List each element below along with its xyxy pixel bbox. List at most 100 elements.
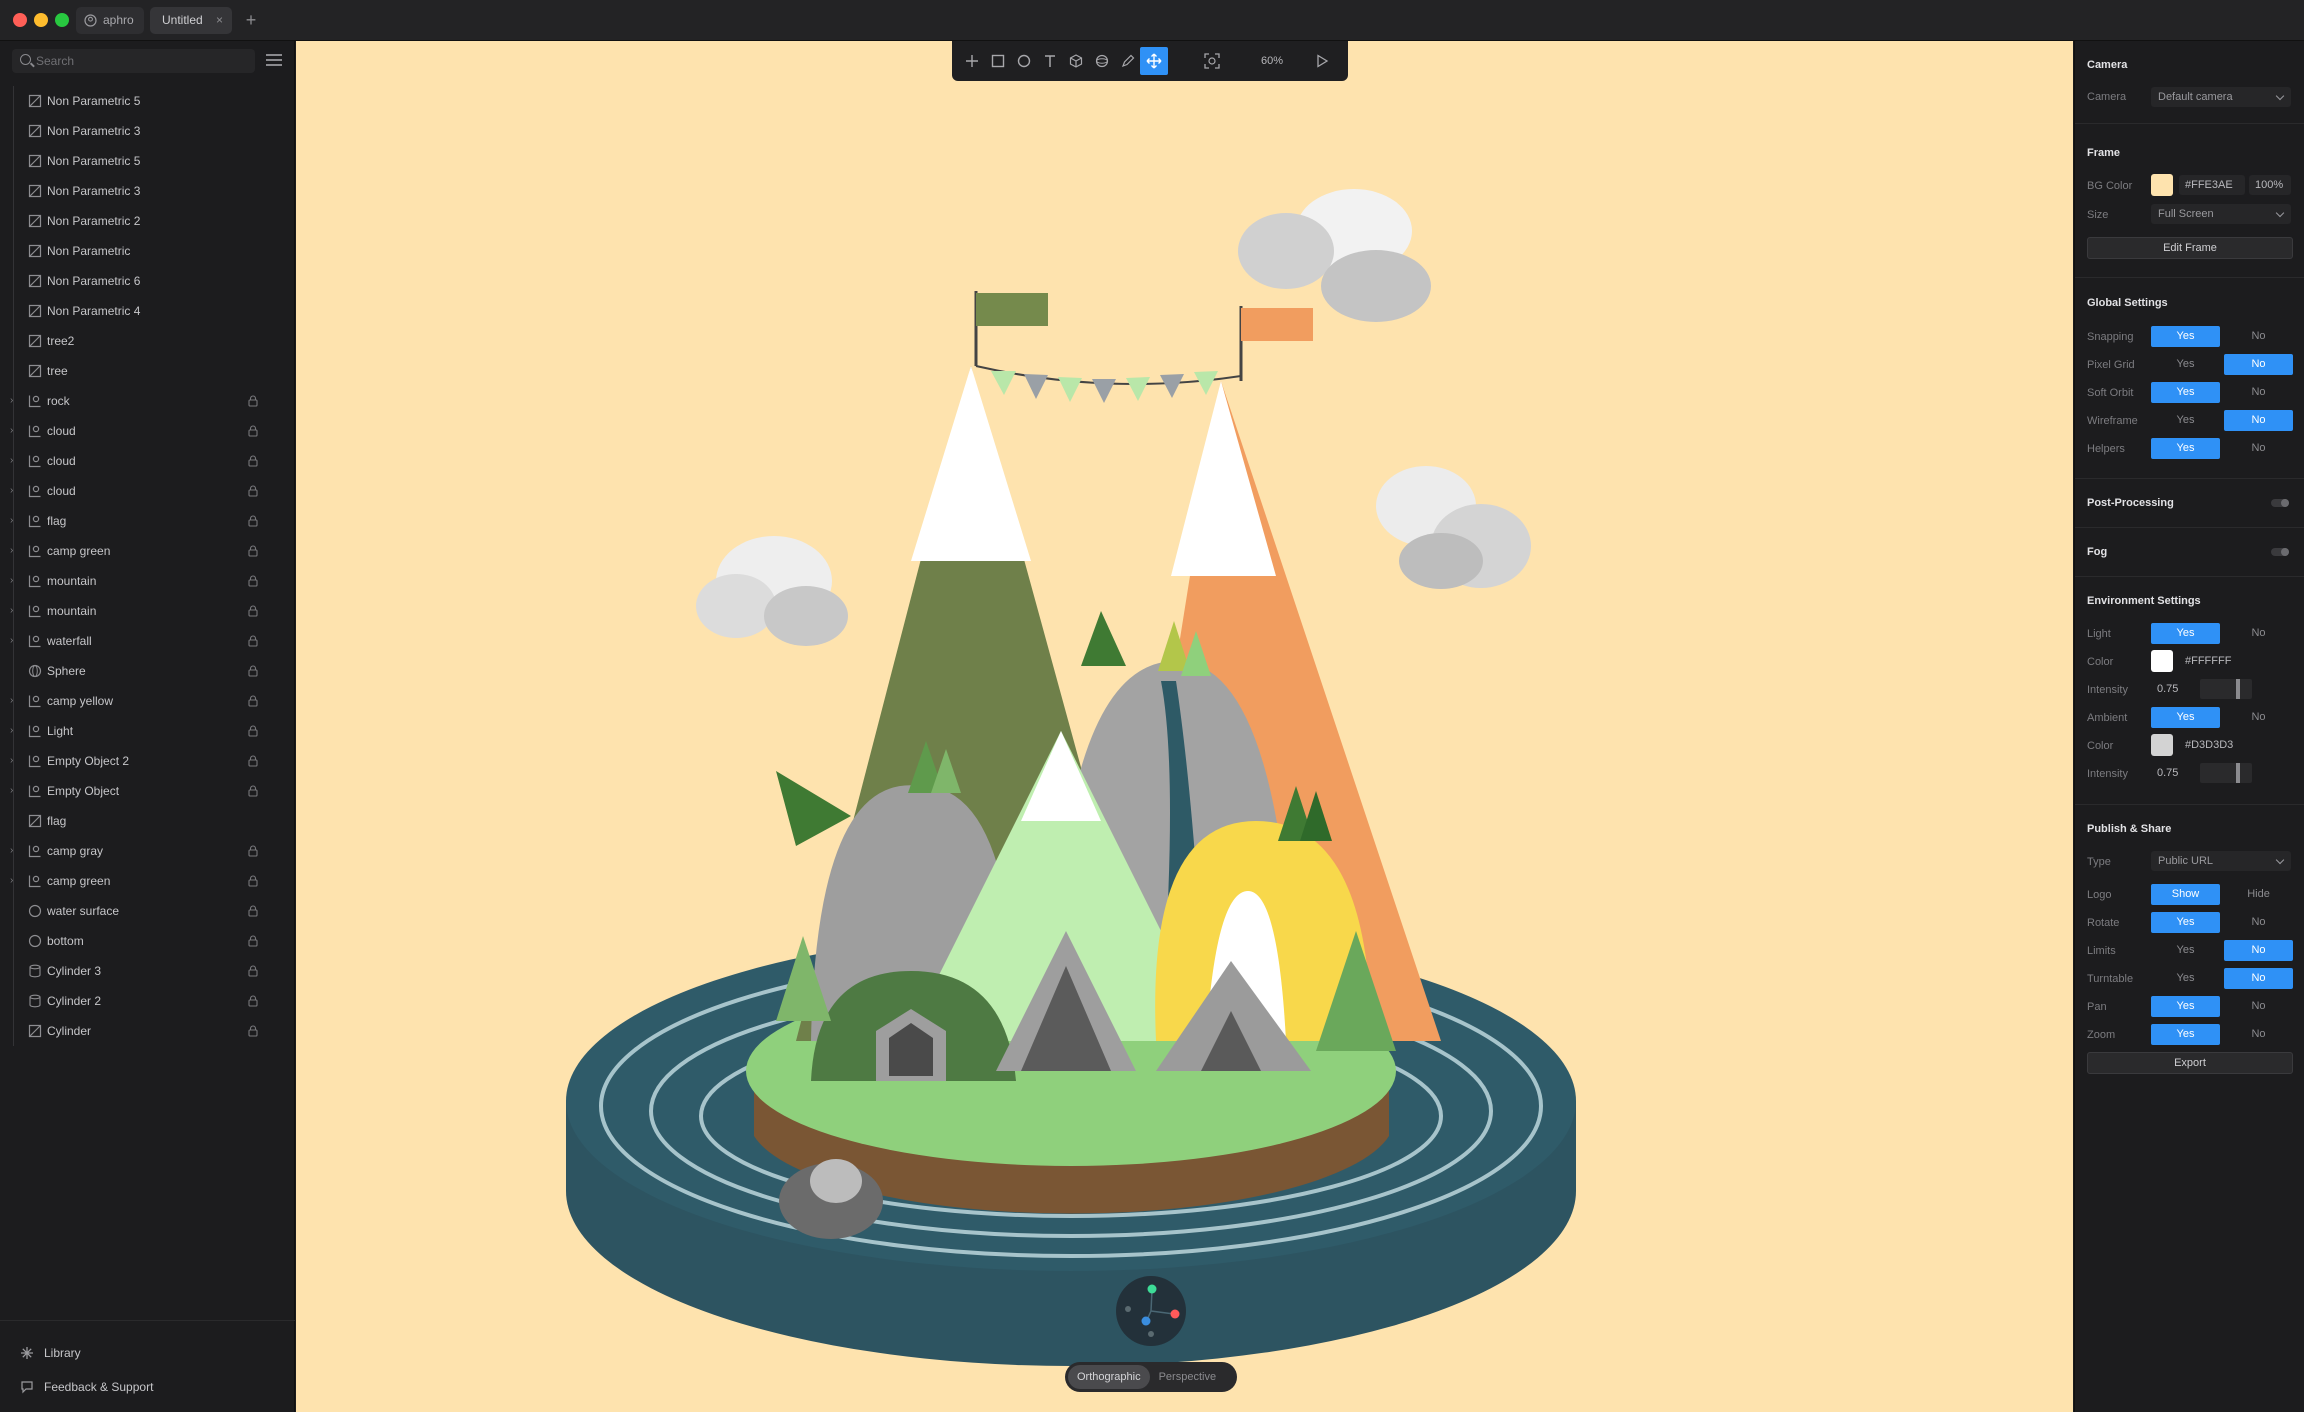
layer-row[interactable]: › camp green [0,536,295,566]
ambient-no[interactable]: No [2224,707,2293,728]
fog-toggle[interactable] [2271,548,2289,556]
chevron-right-icon[interactable]: › [10,456,18,466]
lock-icon[interactable] [248,965,258,977]
maximize-window-button[interactable] [55,13,69,27]
projection-orthographic[interactable]: Orthographic [1068,1365,1150,1389]
tab-home[interactable]: aphro [76,7,144,34]
bg-color-hex[interactable]: #FFE3AE [2179,175,2245,195]
logo-yes[interactable]: Show [2151,884,2220,905]
tab-document[interactable]: Untitled × [150,7,232,34]
layer-row[interactable]: › camp green [0,866,295,896]
wireframe-no[interactable]: No [2224,410,2293,431]
ambient-intensity-slider[interactable] [2200,763,2252,783]
chevron-right-icon[interactable]: › [10,786,18,796]
light-intensity-slider[interactable] [2200,679,2252,699]
logo-no[interactable]: Hide [2224,884,2293,905]
layer-row[interactable]: › camp yellow [0,686,295,716]
chevron-right-icon[interactable]: › [10,846,18,856]
layer-row[interactable]: › mountain [0,566,295,596]
chevron-right-icon[interactable]: › [10,876,18,886]
ellipse-tool-icon[interactable] [1010,47,1038,75]
layer-row[interactable]: tree2 [0,326,295,356]
layer-row[interactable]: Cylinder [0,1016,295,1046]
rectangle-tool-icon[interactable] [984,47,1012,75]
chevron-right-icon[interactable]: › [10,546,18,556]
lock-icon[interactable] [248,605,258,617]
ambient-intensity-value[interactable]: 0.75 [2151,763,2181,783]
limits-yes[interactable]: Yes [2151,940,2220,961]
helpers-no[interactable]: No [2224,438,2293,459]
layer-row[interactable]: › cloud [0,416,295,446]
chevron-right-icon[interactable]: › [10,756,18,766]
bg-color-swatch[interactable] [2151,174,2173,196]
lock-icon[interactable] [248,725,258,737]
layer-row[interactable]: tree [0,356,295,386]
layer-row[interactable]: › Light [0,716,295,746]
snapping-no[interactable]: No [2224,326,2293,347]
light-color-swatch[interactable] [2151,650,2173,672]
wireframe-yes[interactable]: Yes [2151,410,2220,431]
light-no[interactable]: No [2224,623,2293,644]
move-icon[interactable] [1140,47,1168,75]
layer-row[interactable]: bottom [0,926,295,956]
layer-row[interactable]: › waterfall [0,626,295,656]
lock-icon[interactable] [248,545,258,557]
lock-icon[interactable] [248,785,258,797]
layer-row[interactable]: water surface [0,896,295,926]
chevron-right-icon[interactable]: › [10,576,18,586]
layer-row[interactable]: › mountain [0,596,295,626]
layer-row[interactable]: flag [0,806,295,836]
chevron-right-icon[interactable]: › [10,426,18,436]
pan-yes[interactable]: Yes [2151,996,2220,1017]
minimize-window-button[interactable] [34,13,48,27]
turntable-no[interactable]: No [2224,968,2293,989]
close-window-button[interactable] [13,13,27,27]
layer-row[interactable]: Non Parametric 2 [0,206,295,236]
light-yes[interactable]: Yes [2151,623,2220,644]
turntable-yes[interactable]: Yes [2151,968,2220,989]
layer-row[interactable]: › cloud [0,446,295,476]
lock-icon[interactable] [248,515,258,527]
new-tab-button[interactable]: + [239,9,263,33]
type-select[interactable]: Public URL [2151,851,2291,871]
text-tool-icon[interactable] [1036,47,1064,75]
lock-icon[interactable] [248,905,258,917]
cube-tool-icon[interactable] [1062,47,1090,75]
lock-icon[interactable] [248,485,258,497]
size-select[interactable]: Full Screen [2151,204,2291,224]
add-icon[interactable] [958,47,986,75]
ambient-color-hex[interactable]: #D3D3D3 [2179,735,2245,755]
light-intensity-value[interactable]: 0.75 [2151,679,2181,699]
layer-row[interactable]: Non Parametric 3 [0,176,295,206]
soft-orbit-no[interactable]: No [2224,382,2293,403]
pan-no[interactable]: No [2224,996,2293,1017]
chevron-right-icon[interactable]: › [10,606,18,616]
viewport-canvas[interactable]: 60% Orthographic Perspective [296,41,2073,1412]
helpers-yes[interactable]: Yes [2151,438,2220,459]
layer-row[interactable]: Sphere [0,656,295,686]
snapping-yes[interactable]: Yes [2151,326,2220,347]
sphere-tool-icon[interactable] [1088,47,1116,75]
layer-row[interactable]: Non Parametric 3 [0,116,295,146]
layer-row[interactable]: Non Parametric 6 [0,266,295,296]
zoom-level[interactable]: 60% [1252,41,1292,81]
slider-handle[interactable] [2236,679,2240,699]
layer-row[interactable]: Non Parametric 5 [0,86,295,116]
lock-icon[interactable] [248,455,258,467]
zoom-yes[interactable]: Yes [2151,1024,2220,1045]
layer-row[interactable]: Non Parametric [0,236,295,266]
search-input[interactable] [36,49,246,73]
lock-icon[interactable] [248,1025,258,1037]
edit-frame-button[interactable]: Edit Frame [2087,237,2293,259]
library-link[interactable]: Library [20,1341,81,1365]
post-processing-toggle[interactable] [2271,499,2289,507]
soft-orbit-yes[interactable]: Yes [2151,382,2220,403]
lock-icon[interactable] [248,755,258,767]
lock-icon[interactable] [248,875,258,887]
frame-focus-icon[interactable] [1198,47,1226,75]
lock-icon[interactable] [248,845,258,857]
lock-icon[interactable] [248,695,258,707]
chevron-right-icon[interactable]: › [10,636,18,646]
pen-tool-icon[interactable] [1114,47,1142,75]
rotate-no[interactable]: No [2224,912,2293,933]
